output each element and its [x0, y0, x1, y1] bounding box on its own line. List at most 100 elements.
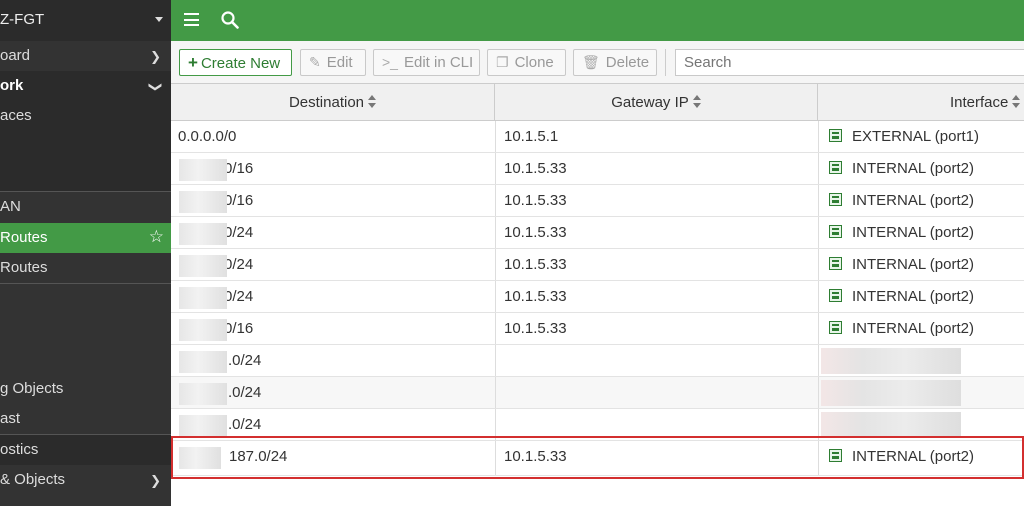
column-divider: [495, 313, 496, 344]
column-divider: [818, 249, 819, 280]
sidebar-item-label: Routes: [0, 229, 48, 246]
destination-cell: 187.0/24: [229, 448, 288, 465]
network-port-icon: [829, 192, 842, 206]
table-row[interactable]: 0/16 10.1.5.33 INTERNAL (port2): [171, 185, 1024, 217]
edit-in-cli-label: Edit in CLI: [403, 54, 474, 71]
table-row[interactable]: 0/24 10.1.5.33 INTERNAL (port2): [171, 249, 1024, 281]
column-header-interface[interactable]: Interface: [818, 84, 1024, 121]
chevron-right-icon: ❯: [150, 49, 161, 64]
interface-label: INTERNAL (port2): [852, 192, 974, 209]
network-port-icon: [829, 128, 842, 142]
delete-button[interactable]: 🗑 Delete: [573, 49, 657, 76]
redacted-area: [179, 447, 221, 469]
sort-icon: [1012, 95, 1021, 109]
table-row[interactable]: .0/24: [171, 409, 1024, 441]
redacted-area: [179, 255, 227, 277]
network-port-icon: [829, 288, 842, 302]
interface-label: INTERNAL (port2): [852, 160, 974, 177]
clone-button[interactable]: ❐ Clone: [487, 49, 566, 76]
sidebar-item-label: g Objects: [0, 380, 64, 397]
interface-label: EXTERNAL (port1): [852, 128, 979, 145]
network-port-icon: [829, 256, 842, 270]
destination-cell: 0.0.0.0/0: [178, 128, 237, 145]
redacted-area: [179, 351, 227, 373]
table-row[interactable]: 0/24 10.1.5.33 INTERNAL (port2): [171, 281, 1024, 313]
table-row[interactable]: 0/16 10.1.5.33 INTERNAL (port2): [171, 153, 1024, 185]
column-divider: [495, 377, 496, 408]
search-input[interactable]: [675, 49, 1024, 76]
gateway-cell: 10.1.5.33: [504, 320, 567, 337]
column-divider: [818, 441, 819, 475]
redacted-area: [179, 159, 227, 181]
column-divider: [818, 217, 819, 248]
redacted-area: [179, 223, 227, 245]
interface-cell: INTERNAL (port2): [829, 153, 974, 185]
gateway-cell: 10.1.5.33: [504, 288, 567, 305]
sidebar-item-network[interactable]: ork ❯: [0, 71, 171, 101]
interface-cell: INTERNAL (port2): [829, 281, 974, 313]
destination-cell: 0/24: [224, 224, 254, 241]
destination-cell: 0/24: [224, 288, 254, 305]
network-port-icon: [829, 160, 842, 174]
sidebar-item-policy-routes[interactable]: Routes: [0, 253, 171, 283]
edit-button[interactable]: ✎ Edit: [300, 49, 366, 76]
sidebar-item-diagnostics[interactable]: ostics: [0, 435, 171, 465]
column-divider: [495, 153, 496, 184]
sidebar-item-label: AN: [0, 198, 21, 215]
terminal-icon: >_: [382, 54, 398, 70]
sidebar-item-static-routes[interactable]: Routes ☆: [0, 223, 171, 253]
sidebar-item-routing-objects[interactable]: g Objects: [0, 374, 171, 404]
column-header-gateway-ip[interactable]: Gateway IP: [495, 84, 818, 121]
table-row[interactable]: 0/24 10.1.5.33 INTERNAL (port2): [171, 217, 1024, 249]
star-icon[interactable]: ☆: [149, 227, 164, 247]
table-row[interactable]: 0.0.0.0/0 10.1.5.1 EXTERNAL (port1): [171, 121, 1024, 153]
table-row[interactable]: .0/24: [171, 377, 1024, 409]
column-divider: [818, 409, 819, 440]
column-divider: [495, 249, 496, 280]
column-label: Interface: [950, 94, 1009, 111]
top-header: [171, 0, 1024, 41]
destination-cell: 0/24: [224, 256, 254, 273]
interface-cell: INTERNAL (port2): [829, 217, 974, 249]
redacted-area: [179, 287, 227, 309]
sidebar-item-multicast[interactable]: ast: [0, 404, 171, 434]
column-divider: [495, 409, 496, 440]
delete-label: Delete: [605, 54, 650, 71]
redacted-area: [179, 319, 227, 341]
plus-icon: +: [188, 53, 198, 72]
hamburger-icon[interactable]: [184, 13, 199, 26]
sidebar-item-interfaces[interactable]: aces: [0, 101, 171, 131]
sidebar-item-label: oard: [0, 47, 31, 64]
table-row[interactable]: 187.0/24 10.1.5.33 INTERNAL (port2): [171, 441, 1024, 476]
table-row[interactable]: .0/24: [171, 345, 1024, 377]
sidebar-item-label: ast: [0, 410, 21, 427]
trash-icon: 🗑: [582, 54, 600, 70]
destination-cell: .0/24: [228, 352, 262, 369]
redacted-area: [179, 191, 227, 213]
divider: [0, 283, 171, 284]
sort-icon: [368, 95, 377, 109]
sidebar-item-sdwan[interactable]: AN: [0, 192, 171, 222]
column-divider: [495, 345, 496, 376]
table-row[interactable]: 0/16 10.1.5.33 INTERNAL (port2): [171, 313, 1024, 345]
sidebar-item-label: & Objects: [0, 471, 66, 488]
sidebar-item-dashboard[interactable]: oard ❯: [0, 41, 171, 71]
interface-cell: EXTERNAL (port1): [829, 121, 979, 153]
gateway-cell: 10.1.5.1: [504, 128, 559, 145]
redacted-area: [821, 412, 961, 438]
column-header-destination[interactable]: Destination: [171, 84, 495, 121]
create-new-button[interactable]: + Create New: [179, 49, 292, 76]
edit-in-cli-button[interactable]: >_ Edit in CLI: [373, 49, 480, 76]
column-divider: [495, 281, 496, 312]
redacted-area: [179, 415, 227, 437]
search-icon[interactable]: [221, 11, 239, 29]
interface-label: INTERNAL (port2): [852, 448, 974, 465]
device-selector[interactable]: Z-FGT: [0, 0, 171, 41]
gateway-cell: 10.1.5.33: [504, 448, 567, 465]
interface-cell: INTERNAL (port2): [829, 185, 974, 217]
redacted-area: [821, 380, 961, 406]
chevron-right-icon: ❯: [150, 473, 161, 488]
column-label: Destination: [288, 94, 365, 111]
redacted-area: [179, 383, 227, 405]
sidebar-item-policy-objects[interactable]: & Objects ❯: [0, 465, 171, 495]
